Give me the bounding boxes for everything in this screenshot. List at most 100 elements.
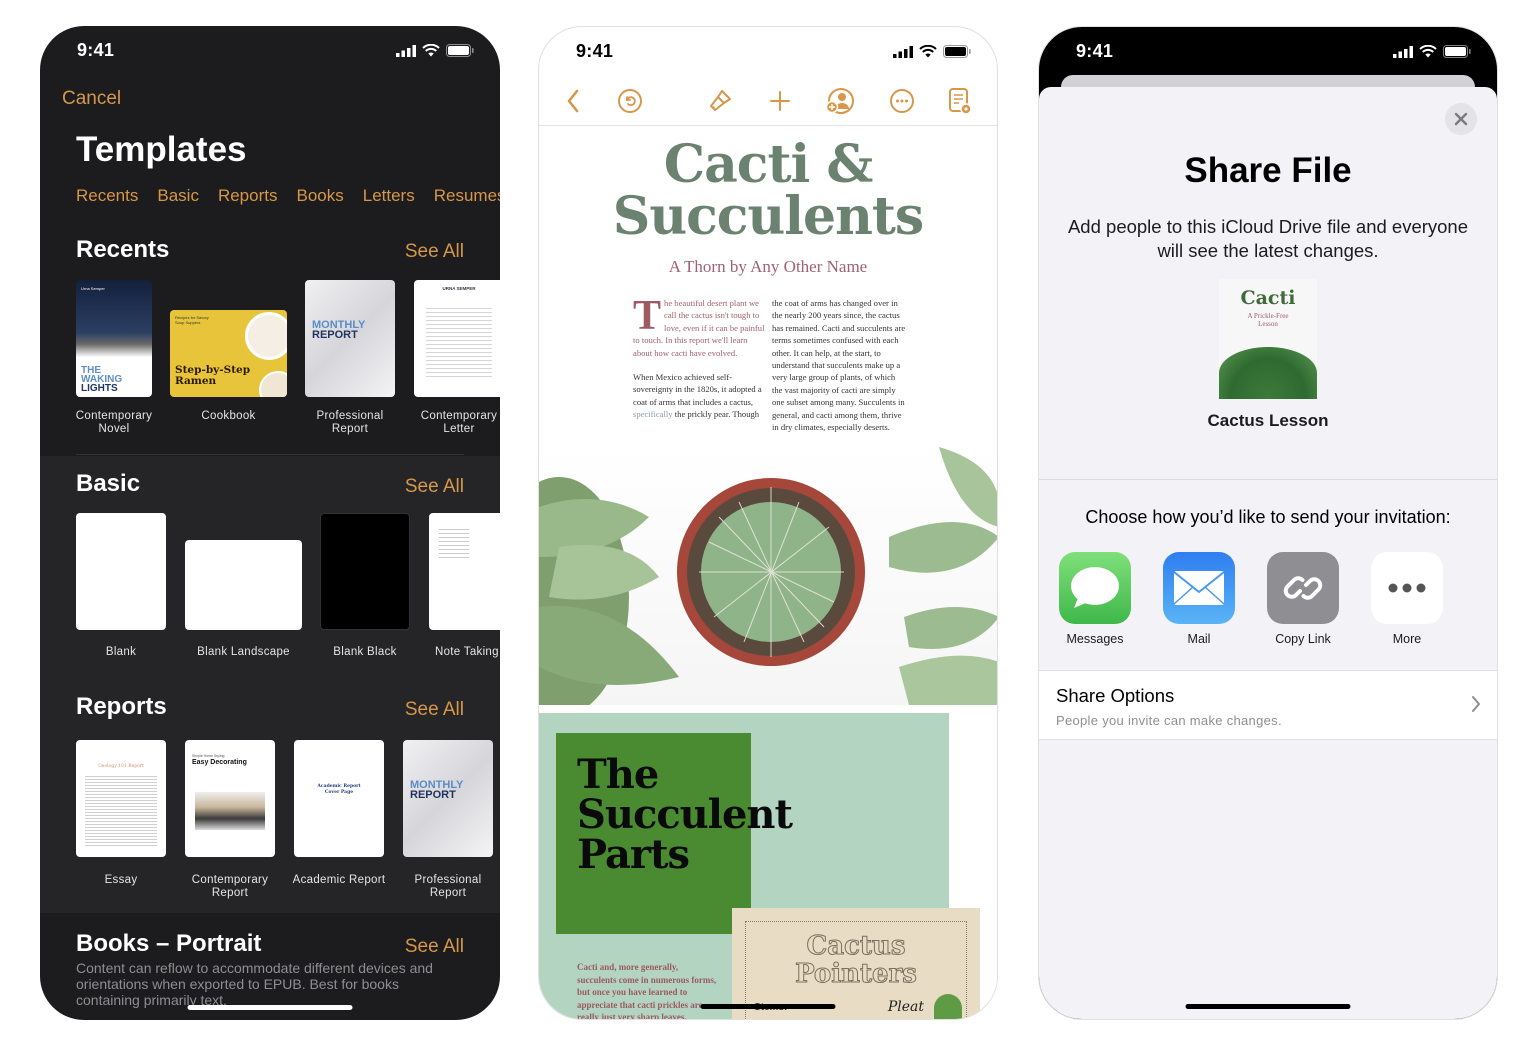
back-button[interactable] (558, 86, 588, 116)
wifi-icon (919, 45, 937, 58)
share-options-row[interactable]: Share Options People you invite can make… (1039, 670, 1497, 740)
share-title: Share File (1184, 151, 1352, 190)
share-app-more[interactable]: More (1371, 552, 1443, 646)
template-contemporary-novel[interactable]: Urna Semper THE WAKING LIGHTS (76, 280, 152, 397)
tab-letters[interactable]: Letters (363, 186, 415, 206)
template-label: Contemporary Letter (420, 410, 498, 435)
tab-reports[interactable]: Reports (218, 186, 278, 206)
cover-author: Urna Semper (81, 286, 105, 291)
drop-cap: T (633, 293, 662, 339)
cactus-drawing (934, 994, 962, 1019)
template-label: Blank (105, 646, 137, 658)
cellular-signal-icon (396, 44, 416, 57)
template-note-taking[interactable] (429, 513, 500, 630)
reports-section: Reports See All Geology 101 Report Essay… (40, 678, 500, 913)
wifi-icon (422, 44, 440, 57)
page-title: Templates (76, 130, 247, 169)
document-view-icon (949, 88, 972, 115)
share-app-copy-link[interactable]: Copy Link (1267, 552, 1339, 646)
add-button[interactable] (765, 86, 795, 116)
undo-button[interactable] (615, 86, 645, 116)
template-blank-black[interactable] (320, 513, 410, 630)
template-label: Contemporary Report (191, 874, 269, 899)
collaborate-button[interactable] (825, 86, 855, 116)
ramen-bowl-image (245, 312, 287, 360)
divider (539, 125, 997, 126)
cactus-photo[interactable] (539, 447, 997, 705)
share-app-messages[interactable]: Messages (1059, 552, 1131, 646)
recents-section: Recents See All Urna Semper THE WAKING L… (40, 226, 500, 451)
cactus-pointers-box[interactable]: Cactus Pointers Stems: Pleat (732, 908, 980, 1019)
tab-resumes[interactable]: Resumes (434, 186, 500, 206)
section-title-basic: Basic (76, 470, 141, 497)
section-heading[interactable]: The Succulent Parts (577, 755, 793, 875)
add-person-icon (825, 88, 854, 114)
category-tabs: Recents Basic Reports Books Letters Resu… (76, 186, 500, 206)
close-button[interactable] (1445, 103, 1477, 135)
document-page-2: The Succulent Parts Cacti and, more gene… (539, 711, 997, 1019)
body-text: the coat of arms has changed over in the… (772, 298, 906, 433)
template-professional-report-2[interactable]: MONTHLY REPORT (403, 740, 493, 857)
template-academic-report[interactable]: Academic Report Cover Page (294, 740, 384, 857)
battery-icon (943, 45, 971, 58)
note-lines (439, 529, 469, 559)
tab-recents[interactable]: Recents (76, 186, 138, 206)
share-app-mail[interactable]: Mail (1163, 552, 1235, 646)
template-contemporary-report[interactable]: Simple Home Styling Easy Decorating (185, 740, 275, 857)
divider (1039, 479, 1497, 480)
cancel-button[interactable]: Cancel (62, 88, 121, 110)
section-title-reports: Reports (76, 693, 167, 720)
template-blank-landscape[interactable] (185, 540, 302, 630)
document-toolbar (539, 82, 997, 126)
file-thumbnail: Cacti A Prickle-Free Lesson (1219, 279, 1317, 399)
file-name: Cactus Lesson (1207, 411, 1329, 430)
template-label: Blank Black (333, 646, 397, 658)
cover-title: Geology 101 Report (98, 764, 144, 769)
more-button[interactable] (887, 86, 917, 116)
handwritten-label: Pleat (887, 999, 924, 1015)
document-subtitle[interactable]: A Thorn by Any Other Name (539, 257, 997, 277)
share-sheet: Share File Add people to this iCloud Dri… (1039, 87, 1497, 1019)
see-all-reports-button[interactable]: See All (405, 699, 464, 721)
document-title[interactable]: Cacti & Succulents (539, 139, 997, 243)
see-all-books-button[interactable]: See All (405, 936, 464, 958)
body-column-right[interactable]: the coat of arms has changed over in the… (772, 297, 906, 433)
cactus-image (1219, 347, 1317, 399)
status-bar: 9:41 (1039, 41, 1497, 65)
reader-view-button[interactable] (945, 86, 975, 116)
cover-title: THE WAKING LIGHTS (81, 365, 123, 394)
app-label: More (1392, 632, 1422, 646)
template-essay[interactable]: Geology 101 Report (76, 740, 166, 857)
home-indicator[interactable] (187, 1005, 353, 1010)
template-professional-report[interactable]: MONTHLY REPORT (305, 280, 395, 397)
see-all-basic-button[interactable]: See All (405, 476, 464, 498)
tab-basic[interactable]: Basic (157, 186, 199, 206)
home-indicator[interactable] (1185, 1004, 1351, 1009)
home-indicator[interactable] (700, 1004, 836, 1009)
plus-icon (770, 91, 790, 111)
template-label: Academic Report (292, 874, 386, 886)
see-all-recents-button[interactable]: See All (405, 241, 464, 263)
template-cookbook[interactable]: Recipes for Savory Soup Suppers Step-by-… (170, 310, 287, 397)
essay-body-lines (85, 776, 157, 848)
templates-phone: 9:41 Cancel Templates Recents Basic Repo… (40, 26, 500, 1020)
letter-body-lines (426, 308, 492, 378)
share-apps-row: Messages Mail Copy Link More (1059, 552, 1443, 646)
section-title-recents: Recents (76, 236, 170, 263)
tab-books[interactable]: Books (296, 186, 343, 206)
body-column-left[interactable]: The beautiful desert plant we call the c… (633, 293, 765, 421)
template-blank[interactable] (76, 513, 166, 630)
format-button[interactable] (705, 86, 735, 116)
app-label: Mail (1187, 632, 1211, 646)
cover-title: Academic Report Cover Page (317, 784, 361, 795)
cellular-signal-icon (893, 45, 913, 58)
section-title-books-portrait: Books – Portrait (76, 930, 262, 957)
section-body[interactable]: Cacti and, more generally, succulents co… (577, 961, 717, 1019)
ramen-bowl-image (259, 371, 287, 397)
wifi-icon (1419, 45, 1437, 58)
template-contemporary-letter[interactable]: URNA SEMPER (414, 280, 500, 397)
status-bar: 9:41 (40, 40, 500, 64)
highlighted-word: specifically (633, 409, 673, 420)
template-label: Essay (104, 874, 138, 886)
cover-title: MONTHLY REPORT (312, 319, 366, 341)
